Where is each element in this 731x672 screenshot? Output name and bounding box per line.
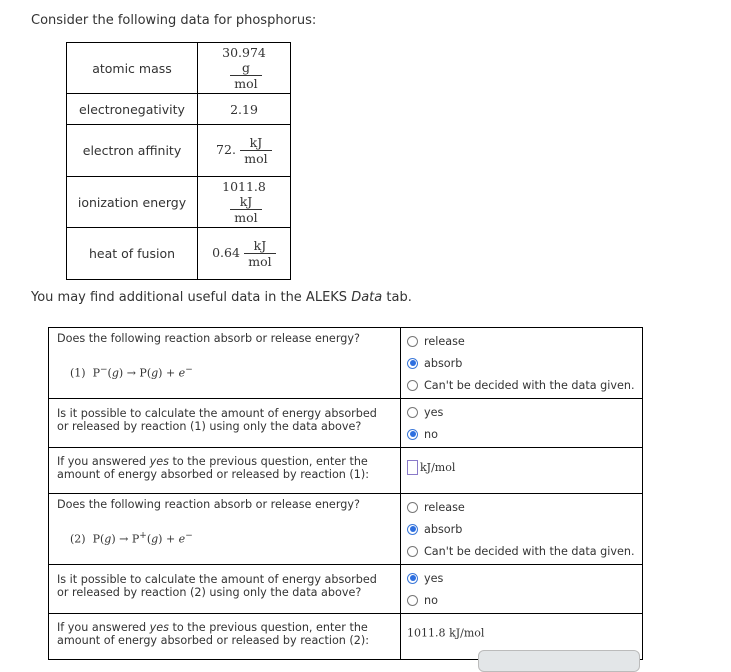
radio-icon[interactable] bbox=[407, 594, 418, 606]
reaction-2-equation: (2) P(g) → P+(g) + e− bbox=[70, 531, 193, 546]
q5-options: yes no bbox=[400, 564, 643, 614]
bottom-action-button[interactable] bbox=[478, 650, 640, 672]
data-label: electron affinity bbox=[66, 124, 198, 177]
data-row-electron-affinity: electron affinity 72. kJ mol bbox=[66, 124, 291, 177]
radio-icon[interactable] bbox=[407, 501, 418, 513]
option-yes[interactable]: yes bbox=[407, 401, 636, 423]
question-row-2: Is it possible to calculate the amount o… bbox=[48, 398, 643, 448]
question-row-4: Does the following reaction absorb or re… bbox=[48, 493, 643, 565]
question-row-5: Is it possible to calculate the amount o… bbox=[48, 564, 643, 614]
energy-input-2[interactable]: 1011.8 bbox=[407, 627, 446, 640]
data-label: atomic mass bbox=[66, 42, 198, 94]
data-label: electronegativity bbox=[66, 93, 198, 125]
data-value: 1011.8 bbox=[222, 179, 266, 194]
q2-options: yes no bbox=[400, 398, 643, 448]
option-cant-decide[interactable]: Can't be decided with the data given. bbox=[407, 540, 636, 562]
data-label: heat of fusion bbox=[66, 227, 198, 280]
option-cant-decide[interactable]: Can't be decided with the data given. bbox=[407, 374, 636, 396]
question-prompt: Does the following reaction absorb or re… bbox=[57, 498, 360, 511]
question-row-3: If you answered yes to the previous ques… bbox=[48, 447, 643, 494]
radio-icon[interactable] bbox=[407, 406, 418, 418]
data-value: 30.974 bbox=[222, 45, 266, 60]
question-prompt: Does the following reaction absorb or re… bbox=[57, 332, 360, 345]
radio-icon[interactable] bbox=[407, 379, 418, 391]
option-no[interactable]: no bbox=[407, 423, 636, 445]
option-release[interactable]: release bbox=[407, 496, 636, 518]
radio-selected-icon[interactable] bbox=[407, 572, 418, 584]
questions-table: Does the following reaction absorb or re… bbox=[48, 327, 643, 660]
unit-fraction: kJ mol bbox=[243, 238, 276, 269]
question-row-1: Does the following reaction absorb or re… bbox=[48, 327, 643, 399]
q3-answer: kJ/mol bbox=[400, 447, 643, 494]
energy-input-1[interactable] bbox=[407, 460, 418, 475]
option-no[interactable]: no bbox=[407, 589, 636, 611]
option-absorb[interactable]: absorb bbox=[407, 518, 636, 540]
element-data-table: atomic mass 30.974 g mol electronegativity… bbox=[66, 42, 291, 280]
option-release[interactable]: release bbox=[407, 330, 636, 352]
option-absorb[interactable]: absorb bbox=[407, 352, 636, 374]
data-row-heat-of-fusion: heat of fusion 0.64 kJ mol bbox=[66, 227, 291, 280]
radio-selected-icon[interactable] bbox=[407, 523, 418, 535]
intro-text: Consider the following data for phosphor… bbox=[31, 13, 317, 28]
unit-fraction: kJ mol bbox=[239, 135, 272, 166]
reaction-1-equation: (1) P−(g) → P(g) + e− bbox=[70, 365, 193, 380]
radio-selected-icon[interactable] bbox=[407, 428, 418, 440]
radio-icon[interactable] bbox=[407, 335, 418, 347]
question-prompt: Is it possible to calculate the amount o… bbox=[57, 573, 377, 599]
data-value: 0.64 bbox=[212, 245, 240, 260]
unit-label: kJ/mol bbox=[449, 626, 485, 640]
option-yes[interactable]: yes bbox=[407, 567, 636, 589]
data-row-electronegativity: electronegativity 2.19 bbox=[66, 93, 291, 125]
radio-selected-icon[interactable] bbox=[407, 357, 418, 369]
arrow-icon: → bbox=[119, 532, 129, 546]
question-prompt: If you answered yes to the previous ques… bbox=[57, 621, 370, 647]
q4-options: release absorb Can't be decided with the… bbox=[400, 493, 643, 565]
data-value: 72. bbox=[216, 142, 236, 157]
data-tab-reference: Data bbox=[351, 290, 383, 305]
aleks-data-note: You may find additional useful data in t… bbox=[31, 290, 412, 305]
unit-fraction: kJ mol bbox=[230, 194, 262, 225]
unit-label: kJ/mol bbox=[420, 461, 456, 474]
data-value: 2.19 bbox=[230, 101, 258, 117]
radio-icon[interactable] bbox=[407, 545, 418, 557]
question-prompt: Is it possible to calculate the amount o… bbox=[57, 407, 377, 433]
data-row-ionization-energy: ionization energy 1011.8 kJ mol bbox=[66, 176, 291, 228]
q1-options: release absorb Can't be decided with the… bbox=[400, 327, 643, 399]
data-row-atomic-mass: atomic mass 30.974 g mol bbox=[66, 42, 291, 94]
data-label: ionization energy bbox=[66, 176, 198, 228]
unit-fraction: g mol bbox=[230, 60, 262, 91]
question-prompt: If you answered yes to the previous ques… bbox=[57, 455, 370, 481]
arrow-icon: → bbox=[126, 366, 136, 380]
